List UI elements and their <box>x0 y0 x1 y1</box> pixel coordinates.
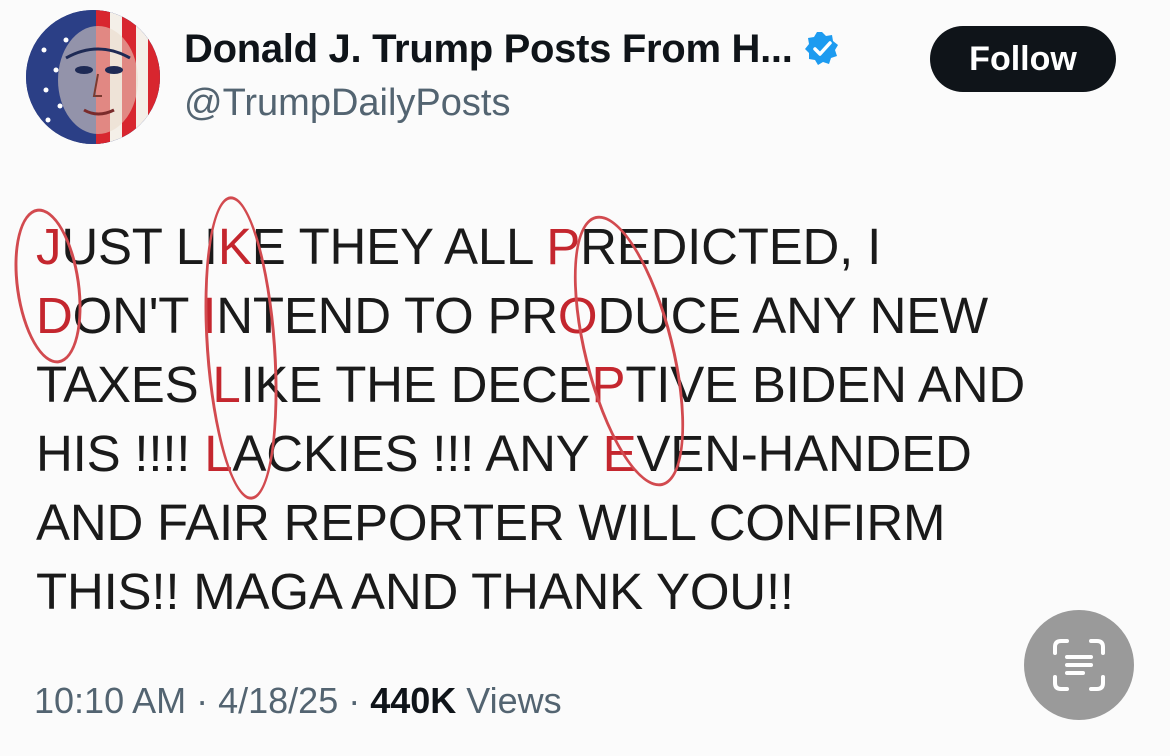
meta-separator: · <box>338 680 371 721</box>
avatar-flag-face-image <box>26 10 160 144</box>
text-segment: TIVE BIDEN AND <box>625 356 1025 413</box>
post-card: Donald J. Trump Posts From H... @TrumpDa… <box>0 0 1170 756</box>
views-label: Views <box>456 680 562 721</box>
text-scan-icon <box>1053 639 1105 691</box>
account-names: Donald J. Trump Posts From H... @TrumpDa… <box>184 22 841 125</box>
display-name[interactable]: Donald J. Trump Posts From H... <box>184 27 793 72</box>
post-line-6: THIS!! MAGA AND THANK YOU!! <box>36 557 1146 626</box>
views-count: 440K <box>370 680 457 721</box>
text-segment: E THEY ALL <box>251 218 547 275</box>
highlighted-letter: P <box>546 218 581 275</box>
display-name-row: Donald J. Trump Posts From H... <box>184 22 841 76</box>
highlighted-letter: P <box>591 356 626 413</box>
highlighted-letter: L <box>204 425 233 482</box>
highlighted-letter: E <box>602 425 637 482</box>
text-segment: REDICTED, I <box>580 218 882 275</box>
post-time[interactable]: 10:10 AM <box>34 680 186 721</box>
highlighted-letter: L <box>212 356 241 413</box>
post-line-5: AND FAIR REPORTER WILL CONFIRM <box>36 488 1146 557</box>
text-segment: AND FAIR REPORTER WILL CONFIRM <box>36 494 946 551</box>
post-line-4: HIS !!!! LACKIES !!! ANY EVEN-HANDED <box>36 419 1146 488</box>
avatar[interactable] <box>26 10 160 144</box>
text-segment: UST LI <box>61 218 218 275</box>
post-header: Donald J. Trump Posts From H... @TrumpDa… <box>26 10 1146 150</box>
post-meta: 10:10 AM · 4/18/25 · 440K Views <box>34 680 562 722</box>
text-segment: TAXES <box>36 356 213 413</box>
text-segment: NTEND TO PR <box>216 287 558 344</box>
highlighted-letter: O <box>557 287 598 344</box>
post-line-3: TAXES LIKE THE DECEPTIVE BIDEN AND <box>36 350 1146 419</box>
text-segment: VEN-HANDED <box>636 425 972 482</box>
text-segment: ACKIES !!! ANY <box>232 425 603 482</box>
meta-separator: · <box>186 680 219 721</box>
highlighted-letter: I <box>202 287 217 344</box>
text-segment: HIS !!!! <box>36 425 205 482</box>
highlighted-letter: J <box>36 218 62 275</box>
post-line-1: JUST LIKE THEY ALL PREDICTED, I <box>36 212 1146 281</box>
post-line-2: DON'T INTEND TO PRODUCE ANY NEW <box>36 281 1146 350</box>
highlighted-letter: D <box>36 287 73 344</box>
text-segment: IKE THE DECE <box>240 356 592 413</box>
verified-badge-icon <box>803 30 841 68</box>
account-handle[interactable]: @TrumpDailyPosts <box>184 82 841 125</box>
highlighted-letter: K <box>217 218 252 275</box>
text-scan-button[interactable] <box>1024 610 1134 720</box>
post-text: JUST LIKE THEY ALL PREDICTED, I DON'T IN… <box>36 212 1146 626</box>
post-date[interactable]: 4/18/25 <box>218 680 338 721</box>
text-segment: ON'T <box>72 287 203 344</box>
text-segment: DUCE ANY NEW <box>597 287 988 344</box>
follow-button[interactable]: Follow <box>930 26 1116 92</box>
text-segment: THIS!! MAGA AND THANK YOU!! <box>36 563 794 620</box>
